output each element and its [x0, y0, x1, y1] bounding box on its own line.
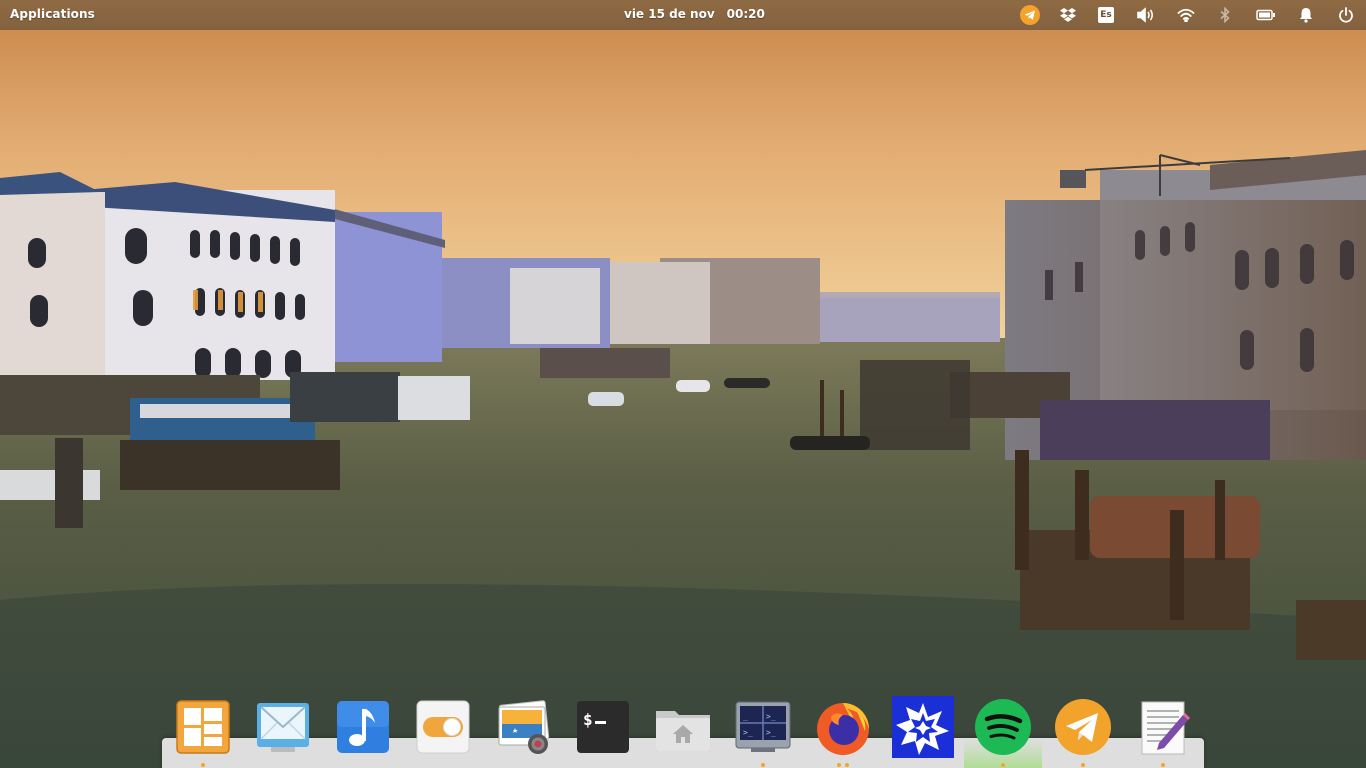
svg-text:>_: >_	[766, 728, 776, 737]
dock-item-text-editor[interactable]	[1133, 697, 1193, 757]
mail-icon	[257, 703, 309, 752]
dock-item-photos[interactable]	[493, 697, 553, 757]
dock-item-terminal[interactable]: $	[573, 697, 633, 757]
remote-terminal-icon: _ >_ >_ >_	[735, 701, 791, 752]
telegram-tray-icon[interactable]	[1019, 4, 1041, 26]
dock-item-wolfram[interactable]	[891, 695, 955, 759]
venice-canal-scene	[0, 0, 1366, 768]
svg-text:_: _	[743, 712, 748, 721]
keyboard-layout-indicator[interactable]: Es	[1095, 4, 1117, 26]
dock-item-multitasking-view[interactable]	[173, 697, 233, 757]
dock-item-firefox[interactable]	[813, 697, 873, 757]
bluetooth-icon[interactable]	[1214, 4, 1236, 26]
battery-icon[interactable]	[1255, 4, 1277, 26]
keyboard-layout-label: Es	[1098, 7, 1114, 23]
firefox-icon	[817, 703, 869, 755]
wolfram-star-icon	[892, 696, 954, 758]
files-home-icon	[656, 711, 710, 751]
dock-item-mail[interactable]	[253, 697, 313, 757]
svg-text:$: $	[583, 710, 593, 729]
date-time-indicator[interactable]: vie 15 de nov 00:20	[624, 7, 765, 21]
wifi-icon[interactable]	[1175, 4, 1197, 26]
dock-item-files[interactable]	[653, 697, 713, 757]
running-indicator	[201, 763, 205, 767]
photos-icon	[498, 700, 550, 754]
running-indicator	[845, 763, 849, 767]
running-indicator	[1161, 763, 1165, 767]
power-icon[interactable]	[1335, 4, 1357, 26]
text-editor-icon	[1141, 701, 1190, 755]
running-indicator	[837, 763, 841, 767]
date-label: vie 15 de nov	[624, 7, 715, 21]
dock-item-system-settings[interactable]	[413, 697, 473, 757]
running-indicator	[1081, 763, 1085, 767]
dock-item-remote-terminal[interactable]: _ >_ >_ >_	[733, 697, 793, 757]
dock-item-telegram[interactable]	[1053, 697, 1113, 757]
svg-text:>_: >_	[743, 728, 753, 737]
switchboard-toggle-icon	[416, 700, 470, 754]
running-indicator	[1001, 763, 1005, 767]
applications-menu[interactable]: Applications	[10, 7, 95, 21]
multitasking-icon	[176, 700, 230, 754]
dock-item-music[interactable]	[333, 697, 393, 757]
telegram-icon	[1055, 699, 1111, 755]
dock-item-spotify[interactable]	[973, 697, 1033, 757]
top-panel: Applications vie 15 de nov 00:20 Es	[0, 0, 1366, 30]
terminal-icon: $	[577, 701, 629, 753]
music-icon	[337, 701, 389, 753]
svg-text:>_: >_	[766, 712, 776, 721]
notifications-bell-icon[interactable]	[1295, 4, 1317, 26]
dropbox-icon[interactable]	[1057, 4, 1079, 26]
spotify-icon	[975, 699, 1031, 755]
time-label: 00:20	[726, 7, 765, 21]
desktop-wallpaper	[0, 0, 1366, 768]
volume-icon[interactable]	[1135, 4, 1157, 26]
running-indicator	[761, 763, 765, 767]
